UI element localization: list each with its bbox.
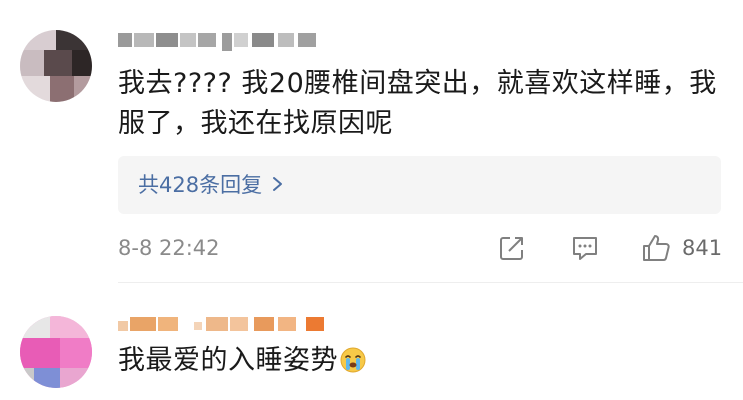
comment-text: 我最爱的入睡姿势: [118, 341, 728, 381]
comment-text: 我去???? 我20腰椎间盘突出，就喜欢这样睡，我 服了，我还在找原因呢: [118, 68, 717, 139]
comment-item: 我最爱的入睡姿势: [0, 283, 743, 400]
share-button[interactable]: [498, 230, 526, 266]
view-replies-link[interactable]: 共428条回复: [138, 170, 284, 200]
replies-container[interactable]: 共428条回复: [118, 156, 721, 214]
like-button[interactable]: 841: [640, 230, 722, 266]
share-icon: [498, 234, 526, 262]
crying-face-emoji: [340, 345, 366, 373]
avatar[interactable]: [20, 30, 92, 102]
avatar[interactable]: [20, 316, 92, 388]
comment-icon: [570, 233, 600, 263]
replies-count-label: 共428条回复: [138, 173, 263, 197]
username-blurred[interactable]: [118, 33, 318, 57]
comment-item: 我去???? 我20腰椎间盘突出，就喜欢这样睡，我 服了，我还在找原因呢 共42…: [0, 0, 743, 283]
thumbs-up-icon: [640, 232, 672, 264]
like-count: 841: [682, 236, 723, 260]
username-blurred[interactable]: [118, 317, 328, 341]
chevron-right-icon: [272, 170, 284, 200]
reply-button[interactable]: [570, 230, 600, 266]
comment-timestamp: 8-8 22:42: [118, 236, 220, 260]
